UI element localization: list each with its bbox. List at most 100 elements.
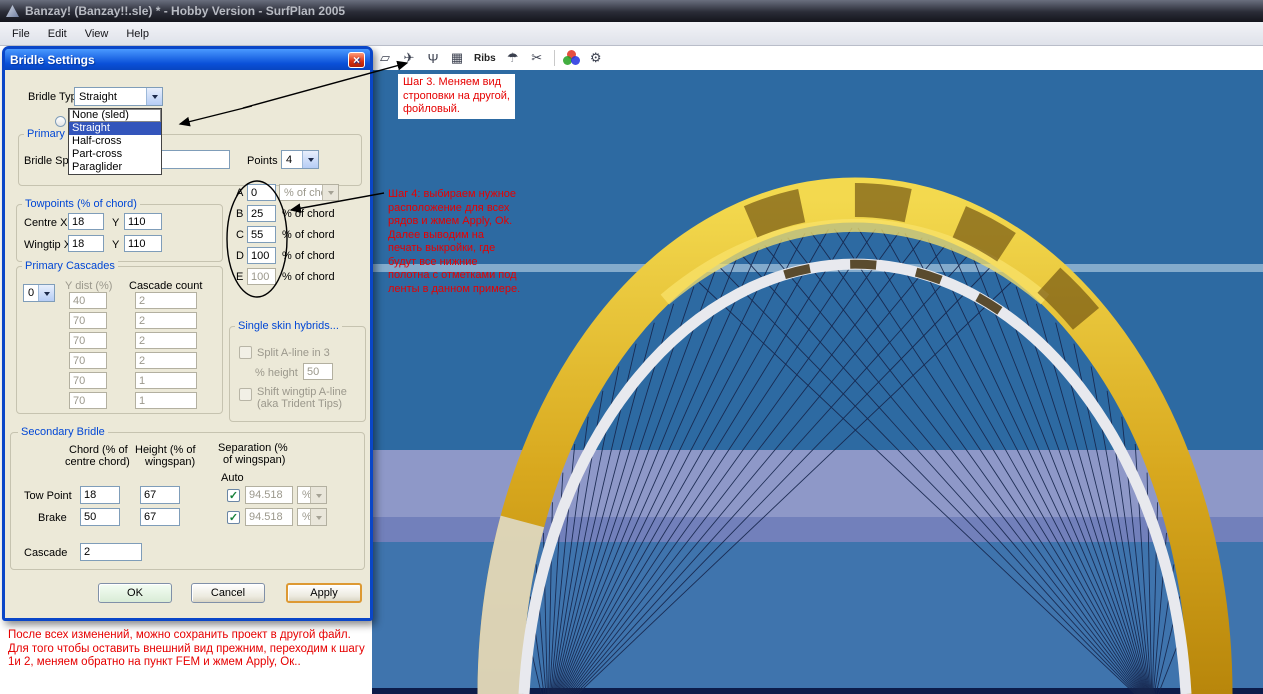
title-bar[interactable]: Banzay! (Banzay!!.sle) * - Hobby Version… — [0, 0, 1263, 22]
chevron-down-icon[interactable] — [38, 285, 54, 301]
towpoints-group-title: Towpoints (% of chord) — [22, 198, 140, 210]
menu-edit[interactable]: Edit — [39, 24, 76, 44]
centre-y-input[interactable] — [124, 213, 162, 230]
brake-chord-input[interactable] — [80, 508, 120, 526]
bridle-settings-dialog: Bridle Settings × Bridle Type Straight N… — [2, 46, 373, 621]
settings-tool-icon[interactable]: ⚙ — [585, 48, 607, 69]
centre-y-label: Y — [112, 217, 119, 229]
ok-button[interactable]: OK — [98, 583, 172, 603]
bridle-type-dropdown-list: None (sled) Straight Half-cross Part-cro… — [68, 108, 162, 175]
dialog-title-bar[interactable]: Bridle Settings × — [5, 49, 370, 70]
brake-height-input[interactable] — [140, 508, 180, 526]
sky-band-5 — [372, 542, 1263, 688]
app-window: Banzay! (Banzay!!.sle) * - Hobby Version… — [0, 0, 1263, 694]
primary-cascades-group-title: Primary Cascades — [22, 260, 118, 272]
cascade-ydist-input-5 — [69, 372, 107, 389]
measure-tool-icon[interactable]: ▱ — [374, 48, 396, 69]
tow-point-unit-combo: % — [297, 486, 327, 504]
canopy-view-icon[interactable]: ☂ — [502, 48, 524, 69]
wingtip-x-input[interactable] — [68, 235, 104, 252]
single-skin-group-title: Single skin hybrids... — [235, 320, 342, 332]
chevron-down-icon[interactable] — [302, 151, 318, 168]
dropdown-option-none[interactable]: None (sled) — [69, 109, 161, 122]
dropdown-option-halfcross[interactable]: Half-cross — [69, 135, 161, 148]
apply-button[interactable]: Apply — [286, 583, 362, 603]
cascade-level-combo[interactable]: 0 — [23, 284, 55, 302]
points-combo[interactable]: 4 — [281, 150, 319, 169]
bridle-type-combo[interactable]: Straight — [74, 87, 163, 106]
cascade-count-input-3 — [135, 332, 197, 349]
row-a-input[interactable] — [247, 184, 276, 201]
towpoints-group — [16, 204, 223, 262]
menu-view[interactable]: View — [76, 24, 118, 44]
cascade-ydist-input-6 — [69, 392, 107, 409]
cut-panels-icon[interactable]: ✂ — [526, 48, 548, 69]
separation-header-line1: Separation (% — [218, 442, 288, 454]
cascade-count-input-6 — [135, 392, 197, 409]
app-icon — [6, 5, 19, 17]
row-d-unit-label: % of chord — [282, 250, 335, 262]
row-b-label: B — [236, 208, 243, 220]
cancel-button[interactable]: Cancel — [191, 583, 265, 603]
ribs-view-button[interactable]: Ribs — [470, 48, 500, 69]
dialog-title: Bridle Settings — [10, 53, 95, 67]
cascade-input[interactable] — [80, 543, 142, 561]
menu-file[interactable]: File — [3, 24, 39, 44]
dropdown-option-paraglider[interactable]: Paraglider — [69, 161, 161, 174]
cascade-ydist-input-1 — [69, 292, 107, 309]
centre-x-input[interactable] — [68, 213, 104, 230]
footer-note: После всех изменений, можно сохранить пр… — [8, 629, 365, 670]
tow-point-height-input[interactable] — [140, 486, 180, 504]
points-label: Points — [247, 155, 278, 167]
secondary-bridle-group-title: Secondary Bridle — [18, 426, 108, 438]
tow-point-separation-input — [245, 486, 293, 504]
chord-header-line1: Chord (% of — [69, 444, 128, 456]
step3-note: Шаг 3. Меняем вид строповки на другой, ф… — [398, 74, 515, 119]
cascade-level-value: 0 — [24, 287, 38, 299]
plan-view-icon[interactable]: ✈ — [398, 48, 420, 69]
row-c-unit-label: % of chord — [282, 229, 335, 241]
dropdown-option-straight[interactable]: Straight — [69, 122, 161, 135]
row-d-input[interactable] — [247, 247, 276, 264]
height-header-line2: wingspan) — [145, 456, 195, 468]
centre-x-label: Centre X — [24, 217, 67, 229]
wingtip-y-input[interactable] — [124, 235, 162, 252]
split-a-line-checkbox — [239, 346, 252, 359]
split-a-line-label: Split A-line in 3 — [257, 347, 330, 359]
row-a-unit-combo: % of chord — [279, 184, 339, 201]
row-b-input[interactable] — [247, 205, 276, 222]
chord-header-line2: centre chord) — [65, 456, 130, 468]
wingtip-y-label: Y — [112, 239, 119, 251]
panels-view-icon[interactable]: ▦ — [446, 48, 468, 69]
height-percent-input — [303, 363, 333, 380]
brake-label: Brake — [38, 512, 67, 524]
cascade-count-input-5 — [135, 372, 197, 389]
brake-auto-checkbox[interactable]: ✓ — [227, 511, 240, 524]
row-b-unit-label: % of chord — [282, 208, 335, 220]
shift-wingtip-label-line1: Shift wingtip A-line — [257, 386, 347, 398]
bridle-option-radio[interactable] — [55, 116, 66, 127]
sky-band-2 — [372, 272, 1263, 450]
step4-note: Шаг 4: выбираем нужное расположение для … — [388, 188, 520, 296]
cascade-count-input-4 — [135, 352, 197, 369]
colors-icon[interactable] — [561, 48, 583, 69]
menu-help[interactable]: Help — [117, 24, 158, 44]
brake-separation-input — [245, 508, 293, 526]
row-c-input[interactable] — [247, 226, 276, 243]
cascade-label: Cascade — [24, 547, 67, 559]
wingtip-x-label: Wingtip X — [24, 239, 71, 251]
sky-band-3 — [372, 450, 1263, 517]
bridle-view-icon[interactable]: Ψ — [422, 48, 444, 69]
height-header-line1: Height (% of — [135, 444, 196, 456]
row-e-label: E — [236, 271, 243, 283]
cascade-count-input-1 — [135, 292, 197, 309]
3d-viewport[interactable] — [372, 70, 1263, 694]
ydist-column-header: Y dist (%) — [65, 280, 112, 292]
close-icon[interactable]: × — [348, 52, 365, 68]
tow-point-auto-checkbox[interactable]: ✓ — [227, 489, 240, 502]
sky-band-6 — [372, 688, 1263, 694]
cascade-count-column-header: Cascade count — [129, 280, 202, 292]
tow-point-chord-input[interactable] — [80, 486, 120, 504]
chevron-down-icon[interactable] — [146, 88, 162, 105]
dropdown-option-partcross[interactable]: Part-cross — [69, 148, 161, 161]
